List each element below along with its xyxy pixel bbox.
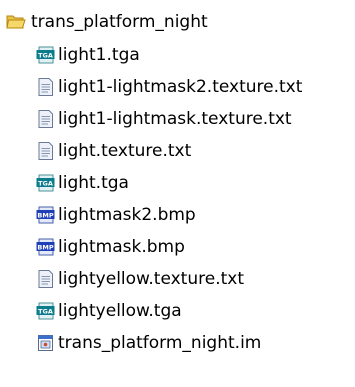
text-file-icon xyxy=(36,109,55,129)
tga-file-icon: TGA xyxy=(36,173,55,193)
file-row-lightyellow-tga[interactable]: TGA lightyellow.tga xyxy=(36,296,182,326)
tga-badge-text: TGA xyxy=(38,51,53,59)
file-row-lightyellow-texture-txt[interactable]: lightyellow.texture.txt xyxy=(36,264,244,294)
tga-badge-text: TGA xyxy=(38,179,53,187)
file-name: light.tga xyxy=(58,173,129,193)
file-row-light-tga[interactable]: TGA light.tga xyxy=(36,168,129,198)
text-file-icon xyxy=(36,77,55,97)
file-row-lightmask2-bmp[interactable]: BMP lightmask2.bmp xyxy=(36,200,196,230)
file-row-lightmask-bmp[interactable]: BMP lightmask.bmp xyxy=(36,232,185,262)
bmp-badge-text: BMP xyxy=(37,243,53,251)
bmp-file-icon: BMP xyxy=(36,205,55,225)
file-name: light1.tga xyxy=(58,45,140,65)
file-name: lightyellow.tga xyxy=(58,301,182,321)
tga-file-icon: TGA xyxy=(36,45,55,65)
file-name: lightmask.bmp xyxy=(58,237,185,257)
text-file-icon xyxy=(36,141,55,161)
bmp-badge-text: BMP xyxy=(37,211,53,219)
text-file-icon xyxy=(36,269,55,289)
file-name: trans_platform_night.im xyxy=(58,333,262,353)
file-name: light.texture.txt xyxy=(58,141,192,161)
bmp-file-icon: BMP xyxy=(36,237,55,257)
tga-badge-text: TGA xyxy=(38,307,53,315)
file-name: lightmask2.bmp xyxy=(58,205,196,225)
file-row-light1-lightmask-texture-txt[interactable]: light1-lightmask.texture.txt xyxy=(36,104,292,134)
file-row-trans-platform-night-im[interactable]: trans_platform_night.im xyxy=(36,328,261,358)
folder-trans-platform-night[interactable]: trans_platform_night xyxy=(6,7,208,37)
tga-file-icon: TGA xyxy=(36,301,55,321)
folder-open-icon xyxy=(6,12,26,32)
file-row-light1-lightmask2-texture-txt[interactable]: light1-lightmask2.texture.txt xyxy=(36,72,302,102)
file-name: light1-lightmask2.texture.txt xyxy=(58,77,303,97)
file-name: light1-lightmask.texture.txt xyxy=(58,109,292,129)
im-file-icon xyxy=(36,333,55,353)
file-tree: trans_platform_night TGA light1.tga ligh… xyxy=(0,0,355,387)
file-row-light-texture-txt[interactable]: light.texture.txt xyxy=(36,136,191,166)
folder-name: trans_platform_night xyxy=(31,12,208,32)
file-row-light1-tga[interactable]: TGA light1.tga xyxy=(36,40,140,70)
file-name: lightyellow.texture.txt xyxy=(58,269,244,289)
